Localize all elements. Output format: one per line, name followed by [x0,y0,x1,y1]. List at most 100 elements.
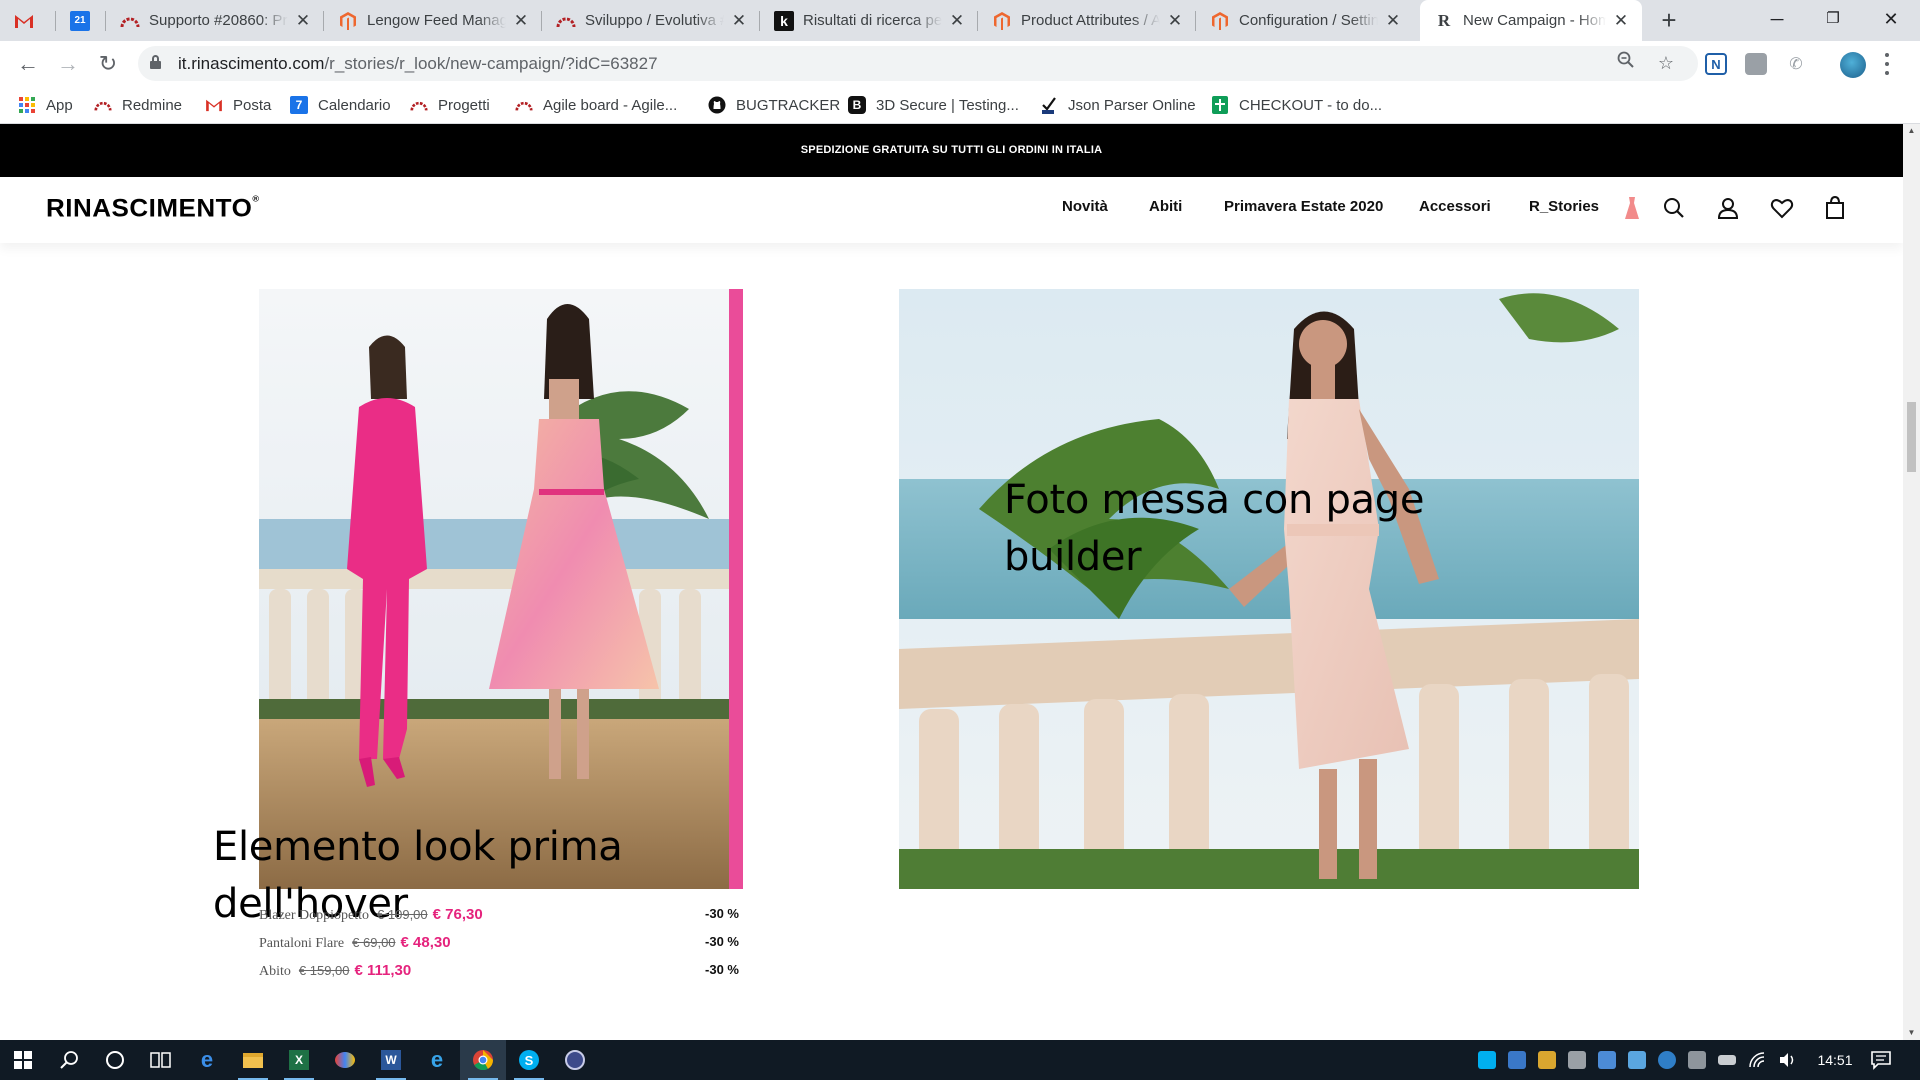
product-old-price: € 109,00 [377,907,428,922]
taskbar-app[interactable] [552,1040,598,1080]
tray-display-icon[interactable] [1628,1051,1646,1069]
scroll-down-arrow-icon[interactable]: ▼ [1903,1028,1920,1037]
bookmark-app[interactable]: App [18,86,73,124]
tray-volume-icon[interactable] [1778,1051,1796,1069]
look-image[interactable] [259,289,743,889]
taskbar-skype[interactable]: S [506,1040,552,1080]
taskbar-ie[interactable]: e [414,1040,460,1080]
internet-explorer-icon: e [430,1047,444,1072]
taskbar-file-explorer[interactable] [230,1040,276,1080]
tab-configuration[interactable]: Configuration / Settin ✕ [1196,0,1414,41]
tray-shield-icon[interactable] [1538,1051,1556,1069]
tray-battery-icon[interactable] [1718,1055,1736,1065]
apps-grid-icon [18,96,36,114]
product-row[interactable]: Blazer Doppiopetto € 109,00 € 76,30 -30 % [259,906,739,928]
wishlist-heart-icon[interactable] [1769,195,1795,221]
skype-icon: S [519,1050,539,1070]
menu-item-primavera-estate[interactable]: Primavera Estate 2020 [1224,198,1383,215]
close-icon[interactable]: ✕ [294,11,312,31]
account-icon[interactable] [1715,195,1741,221]
tray-skype-icon[interactable] [1478,1051,1496,1069]
redmine-icon [515,96,533,114]
tray-w-icon[interactable] [1508,1051,1526,1069]
close-icon[interactable]: ✕ [1612,11,1630,31]
phone-extension-icon[interactable]: ✆ [1785,53,1807,75]
zoom-icon[interactable] [1612,46,1640,81]
close-icon[interactable]: ✕ [730,11,748,31]
bookmark-redmine[interactable]: Redmine [94,86,182,124]
tab-gmail[interactable] [0,0,56,41]
bookmark-progetti[interactable]: Progetti [410,86,490,124]
tray-globe-icon[interactable] [1658,1051,1676,1069]
site-logo[interactable]: RINASCIMENTO® [46,194,259,223]
bookmark-agile-board[interactable]: Agile board - Agile... [515,86,677,124]
new-tab-button[interactable]: + [1654,0,1684,41]
tab-sviluppo[interactable]: Sviluppo / Evolutiva # ✕ [542,0,760,41]
profile-avatar[interactable] [1840,52,1866,78]
taskbar-excel[interactable]: X [276,1040,322,1080]
close-icon[interactable]: ✕ [948,11,966,31]
minimize-button[interactable]: ─ [1754,0,1800,41]
tab-title: Lengow Feed Manag [367,12,506,29]
search-icon[interactable] [1661,195,1687,221]
forward-button[interactable]: → [52,41,84,86]
bookmark-json-parser[interactable]: Json Parser Online [1040,86,1196,124]
look-photo [259,289,743,889]
magento-icon [992,11,1012,31]
product-row[interactable]: Abito € 159,00 € 111,30 -30 % [259,962,739,984]
tray-wifi-icon[interactable] [1748,1051,1766,1069]
tab-lengow[interactable]: Lengow Feed Manag ✕ [324,0,542,41]
campaign-photo [899,289,1639,889]
bookmark-checkout[interactable]: CHECKOUT - to do... [1211,86,1382,124]
image-extension-icon[interactable] [1745,53,1767,75]
n-extension-icon[interactable]: N [1705,53,1727,75]
tab-product-attributes[interactable]: Product Attributes / A ✕ [978,0,1196,41]
scrollbar-thumb[interactable] [1907,402,1916,472]
menu-item-novita[interactable]: Novità [1062,198,1108,215]
scroll-up-arrow-icon[interactable]: ▲ [1903,126,1920,135]
menu-item-accessori[interactable]: Accessori [1419,198,1491,215]
tab-supporto[interactable]: Supporto #20860: Pr ✕ [106,0,324,41]
back-button[interactable]: ← [12,41,44,86]
rinascimento-icon: R [1437,10,1451,30]
bookmark-3d-secure[interactable]: B 3D Secure | Testing... [848,86,1019,124]
taskbar-paint[interactable] [322,1040,368,1080]
menu-item-abiti[interactable]: Abiti [1149,198,1182,215]
search-taskbar-button[interactable] [46,1040,92,1080]
tray-monitor-icon[interactable] [1688,1051,1706,1069]
address-bar[interactable]: it.rinascimento.com/r_stories/r_look/new… [138,46,1698,81]
campaign-image[interactable] [899,289,1639,889]
reload-button[interactable]: ↻ [92,41,124,86]
taskbar-chrome[interactable] [460,1040,506,1080]
taskbar-edge[interactable]: e [184,1040,230,1080]
notification-center-icon[interactable] [1870,1050,1892,1070]
taskbar-word[interactable]: W [368,1040,414,1080]
tray-lock-icon[interactable] [1598,1051,1616,1069]
restore-button[interactable]: ❐ [1810,0,1856,41]
tab-calendar[interactable]: 21 [56,0,106,41]
bookmark-posta[interactable]: Posta [205,86,271,124]
close-icon[interactable]: ✕ [512,11,530,31]
dress-icon[interactable] [1619,195,1645,221]
bookmark-bugtracker[interactable]: BUGTRACKER [708,86,840,124]
bookmark-star-icon[interactable]: ☆ [1652,46,1680,81]
url-text[interactable]: it.rinascimento.com/r_stories/r_look/new… [178,46,658,81]
page-scrollbar[interactable]: ▲ ▼ [1903,124,1920,1040]
product-discount: -30 % [705,906,739,921]
start-button[interactable] [0,1040,46,1080]
taskbar-clock[interactable]: 14:51 [1810,1040,1860,1080]
menu-item-r-stories[interactable]: R_Stories [1529,198,1599,215]
close-icon[interactable]: ✕ [1166,11,1184,31]
product-discount: -30 % [705,962,739,977]
cortana-button[interactable] [92,1040,138,1080]
task-view-button[interactable] [138,1040,184,1080]
tab-new-campaign[interactable]: R New Campaign - Hom ✕ [1420,0,1642,41]
close-icon[interactable]: ✕ [1384,11,1402,31]
bookmark-calendario[interactable]: 7 Calendario [290,86,391,124]
tray-network-device-icon[interactable] [1568,1051,1586,1069]
cart-bag-icon[interactable] [1822,195,1848,221]
close-window-button[interactable]: ✕ [1868,0,1914,41]
product-row[interactable]: Pantaloni Flare € 69,00 € 48,30 -30 % [259,934,739,956]
menu-kebab-icon[interactable] [1880,48,1894,80]
tab-risultati[interactable]: k Risultati di ricerca pe ✕ [760,0,978,41]
